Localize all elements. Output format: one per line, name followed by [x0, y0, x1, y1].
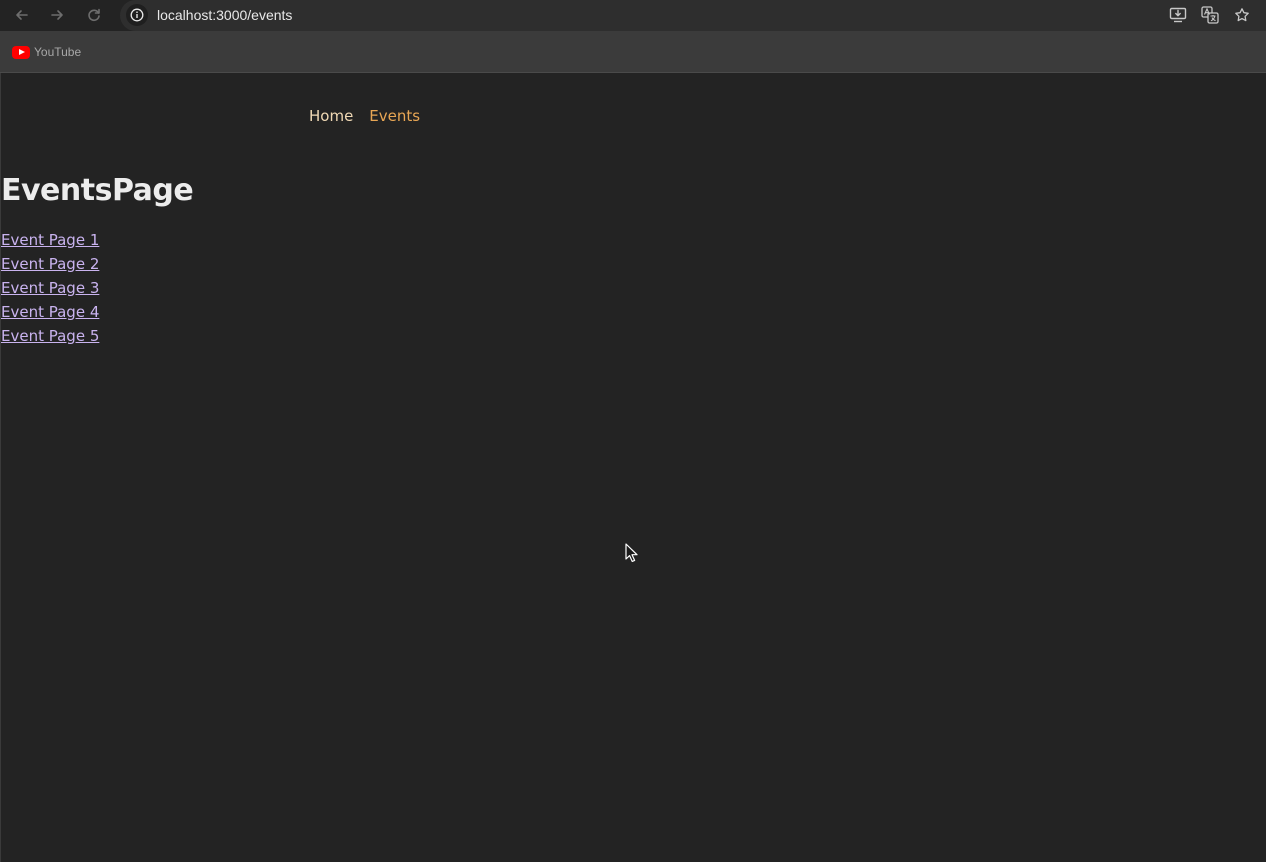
mouse-cursor-icon	[625, 543, 638, 562]
event-link-5[interactable]: Event Page 5	[1, 327, 99, 345]
event-link-1[interactable]: Event Page 1	[1, 231, 99, 249]
event-link-4[interactable]: Event Page 4	[1, 303, 99, 321]
translate-icon	[1201, 6, 1219, 24]
browser-window: localhost:3000/events YouTube Home Event…	[0, 0, 1266, 862]
event-list: Event Page 1 Event Page 2 Event Page 3 E…	[1, 228, 99, 348]
list-item: Event Page 5	[1, 324, 99, 348]
list-item: Event Page 1	[1, 228, 99, 252]
page-content: Home Events EventsPage Event Page 1 Even…	[0, 73, 1266, 862]
list-item: Event Page 3	[1, 276, 99, 300]
nav-link-home[interactable]: Home	[309, 107, 353, 125]
bookmark-youtube[interactable]: YouTube	[12, 44, 81, 60]
bookmark-star-button[interactable]	[1231, 5, 1253, 25]
page-title: EventsPage	[1, 173, 194, 208]
arrow-left-icon	[16, 10, 28, 20]
reload-button[interactable]	[82, 4, 106, 26]
browser-toolbar: localhost:3000/events	[0, 0, 1266, 31]
nav-link-events[interactable]: Events	[369, 107, 420, 125]
translate-button[interactable]	[1199, 5, 1221, 25]
list-item: Event Page 4	[1, 300, 99, 324]
event-link-2[interactable]: Event Page 2	[1, 255, 99, 273]
site-info-button[interactable]	[126, 4, 148, 26]
install-app-button[interactable]	[1167, 5, 1189, 25]
bookmark-label: YouTube	[34, 45, 82, 59]
bookmarks-bar: YouTube	[0, 31, 1266, 73]
star-icon	[1235, 8, 1249, 22]
url-text[interactable]: localhost:3000/events	[157, 7, 292, 23]
install-app-icon	[1169, 7, 1187, 23]
arrow-right-icon	[51, 10, 63, 20]
site-nav: Home Events	[309, 107, 420, 125]
address-bar[interactable]: localhost:3000/events	[120, 0, 1266, 31]
event-link-3[interactable]: Event Page 3	[1, 279, 99, 297]
forward-button[interactable]	[45, 4, 69, 26]
back-button[interactable]	[10, 4, 34, 26]
youtube-icon	[12, 45, 30, 59]
list-item: Event Page 2	[1, 252, 99, 276]
info-icon	[130, 8, 144, 22]
reload-icon	[88, 8, 100, 22]
